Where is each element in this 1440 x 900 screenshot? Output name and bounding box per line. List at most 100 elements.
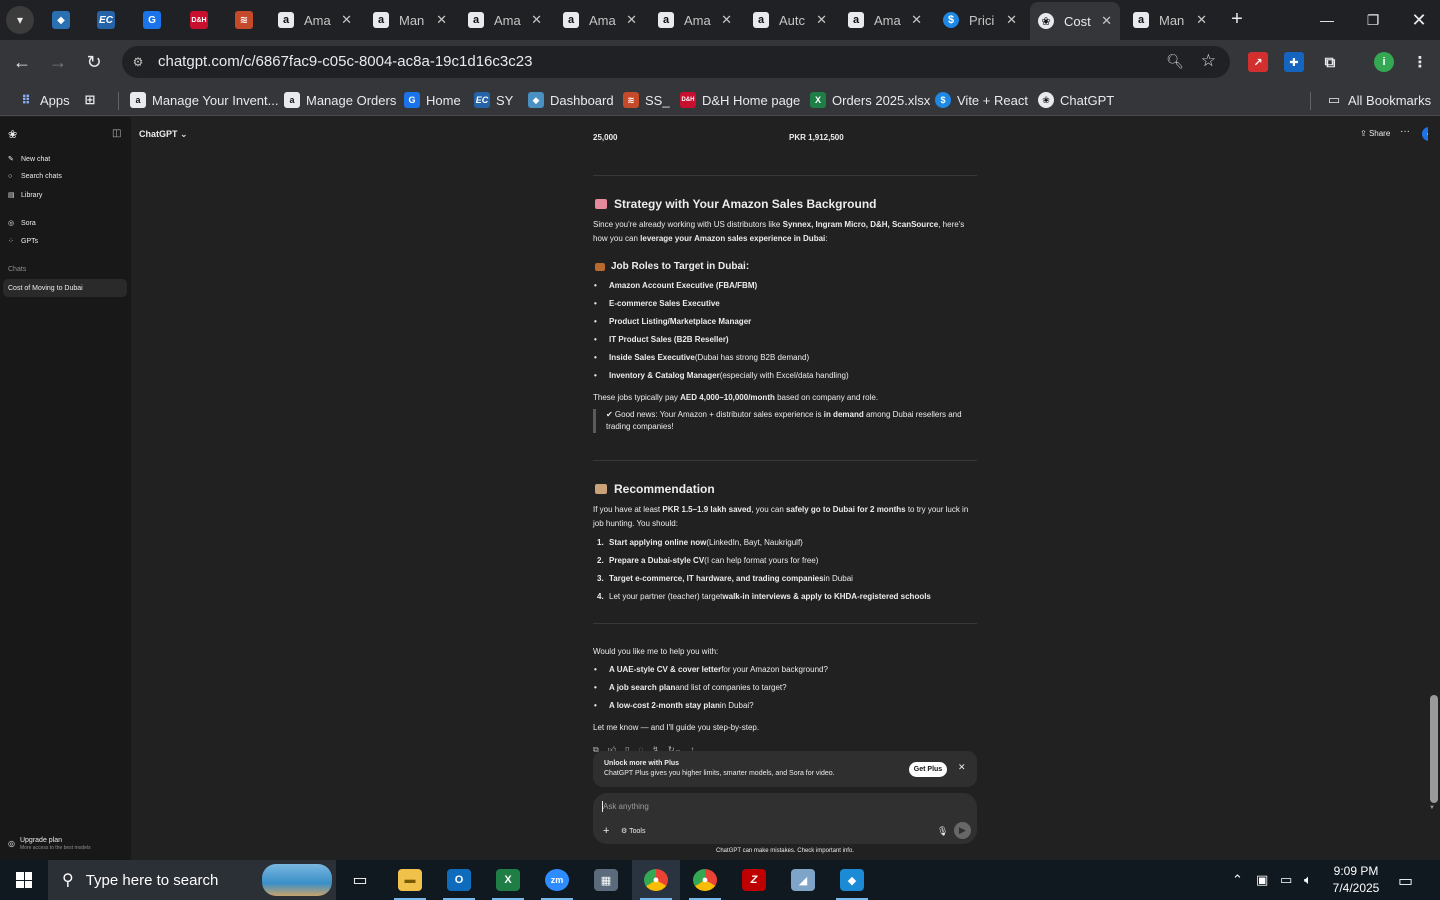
close-icon[interactable]: ✕ xyxy=(626,12,637,28)
tab-3[interactable]: a Ama ✕ xyxy=(460,4,550,36)
sidebar-item-library[interactable]: ▤ Library xyxy=(8,191,42,200)
close-icon[interactable]: ✕ xyxy=(958,762,966,773)
voice-mode-button[interactable]: ▶ xyxy=(954,822,971,839)
pinned-tab-3[interactable]: G xyxy=(139,8,165,32)
more-options-icon[interactable]: ··· xyxy=(1400,126,1410,137)
tab-2[interactable]: a Man ✕ xyxy=(365,4,455,36)
taskbar-chrome-active[interactable]: ● xyxy=(632,860,680,900)
bookmark-apps[interactable]: ⠿ Apps xyxy=(18,90,69,110)
taskbar-filezilla[interactable]: Z xyxy=(730,860,778,900)
tab-4[interactable]: a Ama ✕ xyxy=(555,4,645,36)
bookmark-manage-inventory[interactable]: a Manage Your Invent... xyxy=(130,90,278,110)
close-icon[interactable]: ✕ xyxy=(1101,13,1112,29)
bookmark-star-icon[interactable]: ☆ xyxy=(1201,51,1216,71)
taskbar-clock[interactable]: 9:09 PM 7/4/2025 xyxy=(1324,863,1388,897)
show-hidden-icons[interactable]: ⌃ xyxy=(1232,872,1243,888)
sidebar-item-gpts[interactable]: ⁘ GPTs xyxy=(8,237,38,246)
zoom-icon[interactable]: 🔍︎ xyxy=(1166,53,1184,70)
get-plus-button[interactable]: Get Plus xyxy=(909,762,947,777)
bookmark-home[interactable]: G Home xyxy=(404,90,461,110)
sidebar-item-search-chats[interactable]: ○ Search chats xyxy=(8,173,62,180)
pinned-tab-2[interactable]: EC xyxy=(93,8,119,32)
diamond-icon: ◆ xyxy=(840,869,864,891)
close-icon[interactable]: ✕ xyxy=(816,12,827,28)
pinned-tab-1[interactable]: ◆ xyxy=(48,8,74,32)
new-tab-button[interactable]: + xyxy=(1226,8,1248,30)
extension-blue-icon[interactable]: ✚ xyxy=(1284,52,1304,72)
sidebar-chat-item[interactable]: Cost of Moving to Dubai xyxy=(3,279,127,297)
forward-button[interactable]: → xyxy=(46,50,70,74)
taskbar-outlook[interactable]: O xyxy=(435,860,483,900)
taskbar-zoom[interactable]: zm xyxy=(533,860,581,900)
minimize-button[interactable]: — xyxy=(1312,6,1342,34)
pinned-tab-5[interactable]: ≋ xyxy=(231,8,257,32)
reload-button[interactable]: ↻ xyxy=(82,50,106,74)
bookmark-orders-xlsx[interactable]: X Orders 2025.xlsx xyxy=(810,90,930,110)
profile-avatar[interactable]: i xyxy=(1374,52,1394,72)
close-icon[interactable]: ✕ xyxy=(1196,12,1207,28)
taskbar-calculator[interactable]: ▦ xyxy=(582,860,630,900)
tab-6[interactable]: a Autc ✕ xyxy=(745,4,835,36)
close-icon[interactable]: ✕ xyxy=(531,12,542,28)
attach-plus-icon[interactable]: + xyxy=(603,825,609,837)
chat-composer[interactable]: Ask anything + ⚙ Tools 🎙︎ ▶ xyxy=(593,793,977,844)
address-bar[interactable]: ⚙ chatgpt.com/c/6867fac9-c05c-8004-ac8a-… xyxy=(122,46,1230,78)
close-icon[interactable]: ✕ xyxy=(721,12,732,28)
sidebar-collapse-icon[interactable]: ◫ xyxy=(112,128,121,139)
taskbar-notes-app[interactable]: ◢ xyxy=(779,860,827,900)
tab-8[interactable]: $ Prici ✕ xyxy=(935,4,1025,36)
url-text[interactable]: chatgpt.com/c/6867fac9-c05c-8004-ac8a-19… xyxy=(158,53,532,70)
scroll-down-arrow-icon[interactable]: ▼ xyxy=(1429,805,1435,811)
chatgpt-logo-icon[interactable]: ❀ xyxy=(8,128,17,141)
task-view-button[interactable]: ▭ xyxy=(336,860,384,900)
bookmark-tab-groups[interactable]: ⊞ xyxy=(82,90,104,110)
tab-7[interactable]: a Ama ✕ xyxy=(840,4,930,36)
microphone-icon[interactable]: 🎙︎ xyxy=(937,826,948,837)
bookmark-chatgpt[interactable]: ❀ ChatGPT xyxy=(1038,90,1114,110)
taskbar-file-explorer[interactable]: ▬ xyxy=(386,860,434,900)
taskbar-search[interactable]: ⚲ Type here to search xyxy=(48,860,336,900)
model-selector[interactable]: ChatGPT ⌄ xyxy=(139,129,188,140)
tab-1[interactable]: a Ama ✕ xyxy=(270,4,360,36)
taskbar-chrome-2[interactable]: ● xyxy=(681,860,729,900)
bookmark-vite-react[interactable]: $ Vite + React xyxy=(935,90,1028,110)
restore-button[interactable]: ❐ xyxy=(1358,6,1388,34)
extensions-puzzle-icon[interactable]: ⧉ xyxy=(1320,52,1340,72)
all-bookmarks-button[interactable]: ▭ All Bookmarks xyxy=(1326,90,1431,110)
security-tray-icon[interactable]: ▣ xyxy=(1256,872,1268,888)
close-icon[interactable]: ✕ xyxy=(436,12,447,28)
back-button[interactable]: ← xyxy=(10,50,34,74)
notifications-icon[interactable]: ▭ xyxy=(1398,871,1413,891)
close-icon[interactable]: ✕ xyxy=(911,12,922,28)
jobs-heading: Job Roles to Target in Dubai: xyxy=(595,261,749,272)
close-icon[interactable]: ✕ xyxy=(1006,12,1017,28)
bookmark-dashboard[interactable]: ◆ Dashboard xyxy=(528,90,614,110)
tab-search-chevron-icon[interactable]: ▾ xyxy=(6,6,34,34)
sidebar-item-sora[interactable]: ◎ Sora xyxy=(8,219,36,228)
volume-icon[interactable]: 🔈︎ xyxy=(1304,872,1312,888)
tools-button[interactable]: ⚙ Tools xyxy=(621,827,645,835)
network-icon[interactable]: ▭ xyxy=(1280,872,1292,888)
chrome-icon: ● xyxy=(693,869,717,891)
bookmark-manage-orders[interactable]: a Manage Orders xyxy=(284,90,396,110)
tab-10[interactable]: a Man ✕ xyxy=(1125,4,1215,36)
close-icon[interactable]: ✕ xyxy=(341,12,352,28)
tab-9-active[interactable]: ❀ Cost ✕ xyxy=(1030,2,1120,40)
scrollbar-thumb[interactable] xyxy=(1430,695,1438,803)
extension-red-arrow-icon[interactable]: ↗ xyxy=(1248,52,1268,72)
close-window-button[interactable]: ✕ xyxy=(1404,6,1434,34)
bookmark-sy[interactable]: EC SY xyxy=(474,90,513,110)
share-button[interactable]: ⇪ Share xyxy=(1360,129,1390,138)
upgrade-plan-button[interactable]: ◎ Upgrade plan More access to the best m… xyxy=(8,837,91,852)
tab-5[interactable]: a Ama ✕ xyxy=(650,4,740,36)
start-button[interactable] xyxy=(0,860,48,900)
prompt-input[interactable]: Ask anything xyxy=(603,802,649,811)
bookmark-ss[interactable]: ≋ SS_ xyxy=(623,90,670,110)
taskbar-app-diamond[interactable]: ◆ xyxy=(828,860,876,900)
sidebar-item-new-chat[interactable]: ✎ New chat xyxy=(8,155,50,164)
taskbar-excel[interactable]: X xyxy=(484,860,532,900)
site-settings-icon[interactable]: ⚙ xyxy=(130,54,146,70)
chrome-menu-icon[interactable]: ⋮ xyxy=(1410,52,1430,72)
bookmark-dh-home[interactable]: D&H D&H Home page xyxy=(680,90,800,110)
pinned-tab-4[interactable]: D&H xyxy=(186,8,212,32)
